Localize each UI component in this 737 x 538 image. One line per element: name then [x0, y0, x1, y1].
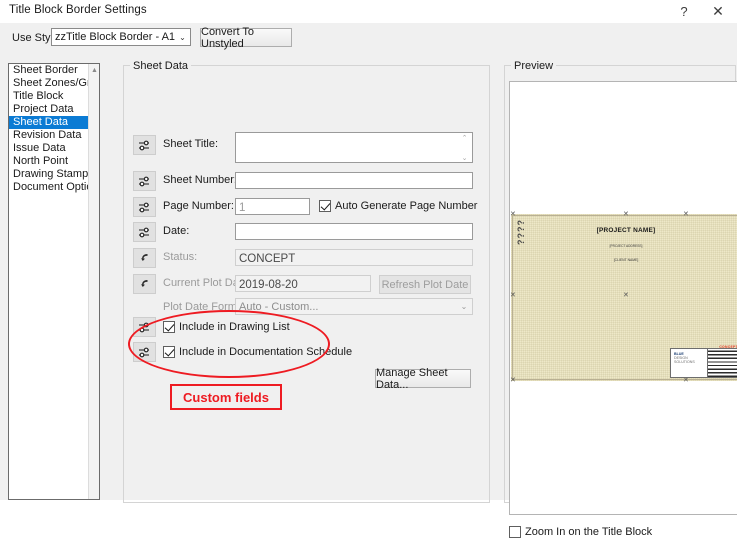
crop-mark-icon: ✕ — [510, 292, 516, 299]
crop-mark-icon: ✕ — [623, 211, 629, 218]
sidebar-item-sheet-border[interactable]: Sheet Border — [9, 64, 99, 77]
date-input[interactable] — [235, 223, 473, 240]
window-titlebar: Title Block Border Settings ? ✕ — [0, 0, 737, 24]
chevron-down-icon: ⌄ — [179, 32, 186, 42]
style-select-value: zzTitle Block Border - A1 Cover S — [55, 31, 175, 43]
preview-sheet: ???? [PROJECT NAME] [PROJECT ADDRESS] [C… — [510, 211, 737, 384]
close-icon[interactable]: ✕ — [703, 0, 733, 22]
auto-generate-page-number-checkbox[interactable]: Auto Generate Page Number — [319, 200, 477, 212]
crop-mark-icon: ✕ — [510, 211, 516, 218]
annotation-custom-fields: Custom fields — [170, 384, 282, 410]
include-in-documentation-schedule-label: Include in Documentation Schedule — [179, 346, 353, 358]
include-in-drawing-list-checkbox[interactable]: Include in Drawing List — [163, 321, 290, 333]
sidebar-item-document-options[interactable]: Document Options — [9, 181, 99, 194]
preview-client-name: [CLIENT NAME] — [613, 258, 639, 262]
sheet-title-scroll-spinner[interactable]: ⌃ ⌄ — [458, 134, 471, 163]
help-icon[interactable]: ? — [669, 0, 699, 22]
plot-date-format-select[interactable]: Auto - Custom... ⌄ — [235, 298, 473, 315]
sheet-data-group-title: Sheet Data — [130, 60, 192, 72]
crop-mark-icon: ✕ — [683, 377, 689, 384]
field-settings-icon[interactable] — [133, 197, 156, 217]
auto-generate-page-number-label: Auto Generate Page Number — [335, 200, 478, 212]
logo-line-3: SOLUTIONS — [674, 360, 695, 364]
preview-title-block: BLUE DESIGN SOLUTIONS — [670, 348, 737, 378]
sheet-title-label: Sheet Title: — [163, 138, 219, 150]
settings-category-list[interactable]: Sheet Border Sheet Zones/Grids Title Blo… — [8, 63, 100, 500]
sheet-number-label: Sheet Number: — [163, 174, 237, 186]
checkbox-box[interactable] — [509, 526, 521, 538]
convert-to-unstyled-button[interactable]: Convert To Unstyled — [200, 26, 292, 50]
zoom-in-on-title-block-label: Zoom In on the Title Block — [525, 526, 653, 538]
sheet-number-input[interactable] — [235, 172, 473, 189]
scroll-up-arrow-icon[interactable]: ▲ — [89, 65, 99, 76]
preview-canvas[interactable]: ???? [PROJECT NAME] [PROJECT ADDRESS] [C… — [509, 81, 737, 515]
page-number-label: Page Number: — [163, 200, 234, 212]
window-title: Title Block Border Settings — [9, 4, 147, 16]
style-select[interactable]: zzTitle Block Border - A1 Cover S ⌄ — [51, 28, 191, 46]
zoom-in-on-title-block-checkbox[interactable]: Zoom In on the Title Block — [509, 526, 652, 538]
preview-title-block-logo: BLUE DESIGN SOLUTIONS — [671, 349, 707, 377]
manage-sheet-data-button[interactable]: Manage Sheet Data... — [375, 367, 471, 391]
date-label: Date: — [163, 225, 190, 237]
crop-mark-icon: ✕ — [510, 377, 516, 384]
include-in-drawing-list-label: Include in Drawing List — [179, 321, 290, 333]
refresh-plot-date-button[interactable]: Refresh Plot Date — [379, 275, 471, 294]
sidebar-item-revision-data[interactable]: Revision Data — [9, 129, 99, 142]
preview-project-name: [PROJECT NAME] — [596, 227, 656, 234]
field-settings-icon[interactable] — [133, 171, 156, 191]
auto-field-icon[interactable] — [133, 274, 156, 294]
current-plot-date-input: 2019-08-20 — [235, 275, 371, 292]
sidebar-item-sheet-zones-grids[interactable]: Sheet Zones/Grids — [9, 77, 99, 90]
field-settings-icon[interactable] — [133, 222, 156, 242]
sidebar-item-north-point[interactable]: North Point — [9, 155, 99, 168]
sidebar-item-project-data[interactable]: Project Data — [9, 103, 99, 116]
field-settings-icon[interactable] — [133, 342, 156, 362]
include-in-documentation-schedule-checkbox[interactable]: Include in Documentation Schedule — [163, 346, 352, 358]
status-label: Status: — [163, 251, 198, 263]
sheet-title-input[interactable]: ⌃ ⌄ — [235, 132, 473, 163]
preview-group-title: Preview — [511, 60, 557, 72]
preview-title-block-fields — [707, 349, 737, 377]
sidebar-item-title-block[interactable]: Title Block — [9, 90, 99, 103]
preview-project-address: [PROJECT ADDRESS] — [609, 244, 643, 248]
checkbox-box[interactable] — [163, 346, 175, 358]
plot-date-format-value: Auto - Custom... — [239, 300, 319, 313]
crop-mark-icon: ✕ — [683, 211, 689, 218]
chevron-down-icon: ⌄ — [460, 302, 468, 311]
status-input: CONCEPT — [235, 249, 473, 266]
sidebar-item-issue-data[interactable]: Issue Data — [9, 142, 99, 155]
checkbox-box[interactable] — [163, 321, 175, 333]
sidebar-scrollbar[interactable]: ▲ — [88, 64, 99, 499]
chevron-up-icon[interactable]: ⌃ — [462, 135, 468, 142]
crop-mark-icon: ✕ — [623, 292, 629, 299]
dialog-body: Sheet Border Sheet Zones/Grids Title Blo… — [0, 56, 737, 538]
sidebar-item-drawing-stamp[interactable]: Drawing Stamp — [9, 168, 99, 181]
field-settings-icon[interactable] — [133, 317, 156, 337]
checkbox-box[interactable] — [319, 200, 331, 212]
page-number-input[interactable]: 1 — [235, 198, 310, 215]
field-settings-icon[interactable] — [133, 135, 156, 155]
sidebar-item-sheet-data[interactable]: Sheet Data — [9, 116, 90, 129]
auto-field-icon[interactable] — [133, 248, 156, 268]
chevron-down-icon[interactable]: ⌄ — [462, 155, 468, 162]
